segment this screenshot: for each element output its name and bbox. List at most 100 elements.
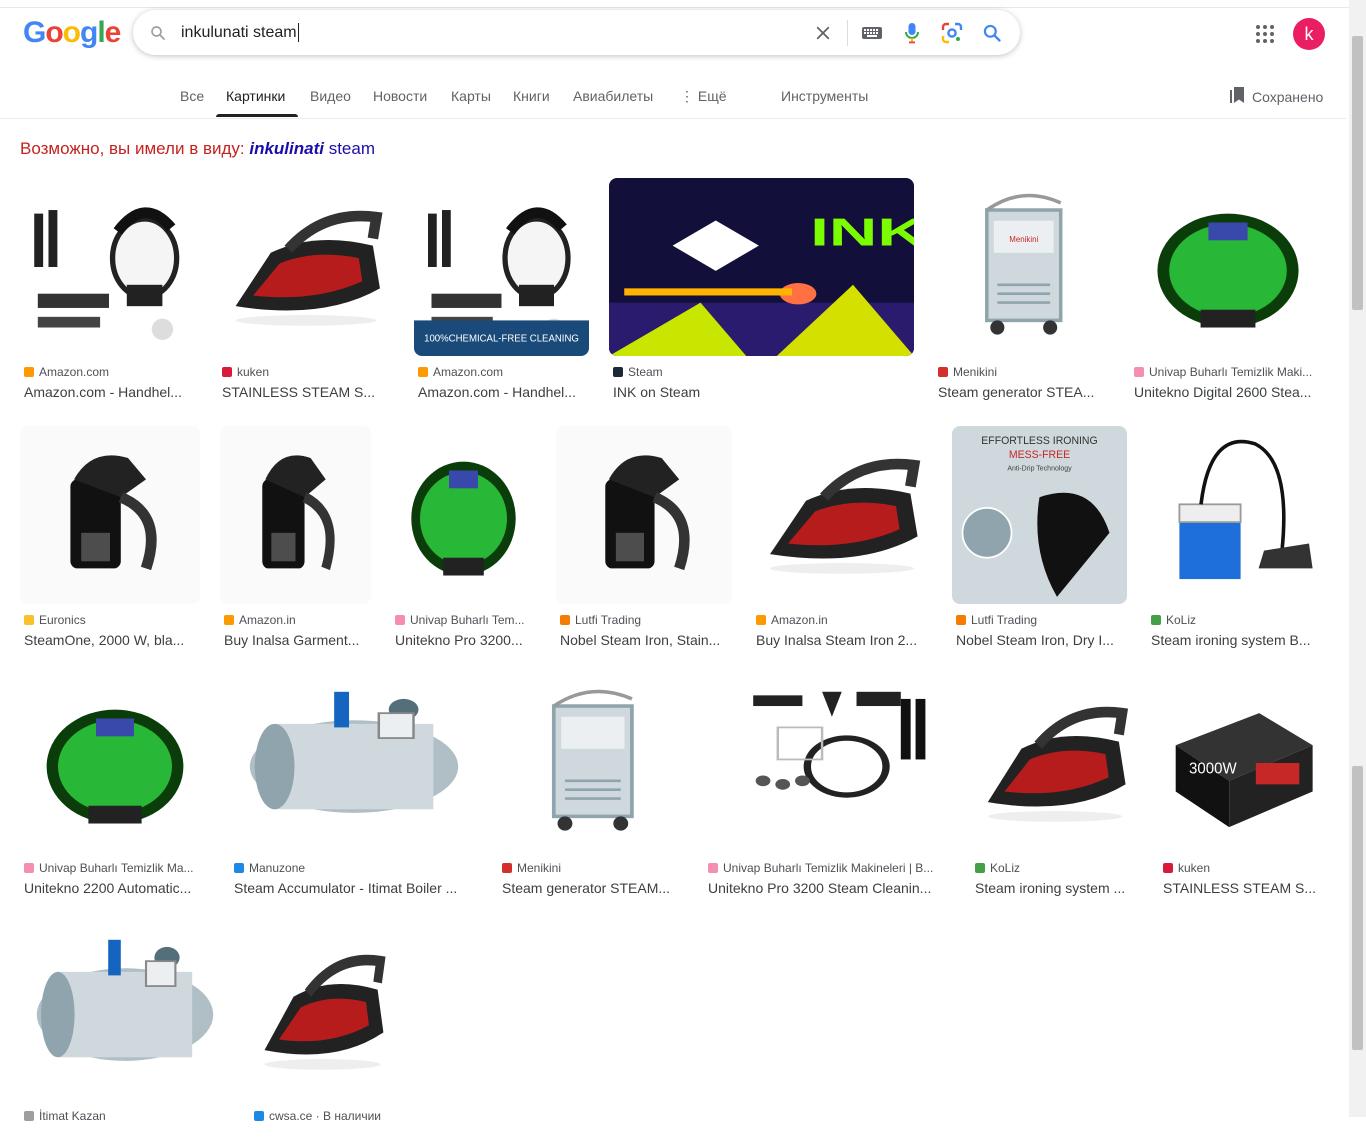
result-source[interactable]: cwsa.ce · В наличии (254, 1109, 391, 1123)
tab-more[interactable]: ⋮ Ещё (680, 88, 727, 105)
result-title[interactable]: Unitekno Digital 2600 Stea... (1134, 384, 1322, 400)
result-source[interactable]: Steam (613, 365, 910, 379)
tab-images[interactable]: Картинки (226, 88, 285, 104)
google-logo[interactable]: Google (23, 16, 121, 50)
image-result-card[interactable]: Univap Buharlı Tem... Unitekno Pro 3200..… (391, 426, 536, 652)
result-thumbnail[interactable] (230, 674, 478, 852)
image-result-card[interactable]: Menikini Menikini Steam generator STEA... (934, 178, 1110, 404)
image-result-card[interactable]: Euronics SteamOne, 2000 W, bla... (20, 426, 200, 652)
result-source[interactable]: Univap Buharlı Temizlik Ma... (24, 861, 206, 875)
result-source[interactable]: kuken (222, 365, 390, 379)
tab-books[interactable]: Книги (513, 88, 550, 104)
result-source[interactable]: KoLiz (1151, 613, 1323, 627)
result-source[interactable]: Lutfi Trading (956, 613, 1123, 627)
image-result-card[interactable]: KoLiz Steam ironing system B... (1147, 426, 1327, 652)
image-result-card[interactable]: kuken STAINLESS STEAM S... (218, 178, 394, 404)
result-title[interactable]: Unitekno Pro 3200... (395, 632, 532, 648)
account-avatar[interactable]: k (1293, 18, 1325, 50)
result-source[interactable]: Manuzone (234, 861, 474, 875)
lens-camera-icon[interactable] (939, 20, 965, 46)
result-title[interactable]: Unitekno 2200 Automatic... (24, 880, 206, 896)
result-source[interactable]: Amazon.in (224, 613, 367, 627)
image-result-card[interactable]: 100%CHEMICAL-FREE CLEANING Amazon.com Amaz… (414, 178, 589, 404)
image-result-card[interactable]: Univap Buharlı Temizlik Maki... Unitekno … (1130, 178, 1326, 404)
result-title[interactable]: Buy Inalsa Steam Iron 2... (756, 632, 928, 648)
search-box[interactable]: inkulunati steam (133, 10, 1020, 55)
tab-flights[interactable]: Авиабилеты (573, 88, 653, 104)
result-thumbnail[interactable] (752, 426, 932, 604)
result-title[interactable]: Amazon.com - Handhel... (418, 384, 585, 400)
result-thumbnail[interactable]: 3000W (1159, 674, 1326, 852)
result-source[interactable]: Lutfi Trading (560, 613, 728, 627)
result-source[interactable]: Univap Buharlı Temizlik Maki... (1134, 365, 1322, 379)
result-title[interactable]: SteamOne, 2000 W, bla... (24, 632, 196, 648)
result-thumbnail[interactable] (391, 426, 536, 604)
result-title[interactable]: Unitekno Pro 3200 Steam Cleanin... (708, 880, 946, 896)
result-title[interactable]: STAINLESS STEAM S... (1163, 880, 1322, 896)
image-result-card[interactable]: İtimat Kazan (20, 922, 230, 1148)
scrollbar-thumb[interactable] (1352, 36, 1363, 310)
result-thumbnail[interactable] (498, 674, 684, 852)
google-apps-icon[interactable] (1254, 23, 1276, 45)
result-thumbnail[interactable] (20, 922, 230, 1100)
result-source[interactable]: Menikini (938, 365, 1106, 379)
result-thumbnail[interactable] (1147, 426, 1327, 604)
result-thumbnail[interactable] (20, 426, 200, 604)
tab-maps[interactable]: Карты (451, 88, 491, 104)
result-thumbnail[interactable] (704, 674, 950, 852)
result-source[interactable]: Menikini (502, 861, 680, 875)
image-result-card[interactable]: cwsa.ce · В наличии (250, 922, 395, 1148)
result-source[interactable]: kuken (1163, 861, 1322, 875)
result-title[interactable]: STAINLESS STEAM S... (222, 384, 390, 400)
result-thumbnail[interactable] (220, 426, 371, 604)
image-result-card[interactable]: Amazon.com Amazon.com - Handhel... (20, 178, 198, 404)
image-result-card[interactable]: 3000W kuken STAINLESS STEAM S... (1159, 674, 1326, 900)
result-thumbnail[interactable]: Menikini (934, 178, 1110, 356)
result-source[interactable]: Univap Buharlı Temizlik Makineleri | B..… (708, 861, 946, 875)
saved-button[interactable]: Сохранено (1230, 86, 1323, 107)
tab-news[interactable]: Новости (373, 88, 427, 104)
result-thumbnail[interactable] (20, 674, 210, 852)
result-title[interactable]: Steam ironing system ... (975, 880, 1135, 896)
image-result-card[interactable]: KoLiz Steam ironing system ... (971, 674, 1139, 900)
result-title[interactable]: Steam ironing system B... (1151, 632, 1323, 648)
keyboard-icon[interactable] (859, 20, 885, 46)
result-title[interactable]: Nobel Steam Iron, Stain... (560, 632, 728, 648)
result-source[interactable]: Amazon.com (418, 365, 585, 379)
result-source[interactable]: Amazon.in (756, 613, 928, 627)
tab-tools[interactable]: Инструменты (781, 88, 868, 104)
image-result-card[interactable]: Univap Buharlı Temizlik Ma... Unitekno 22… (20, 674, 210, 900)
result-thumbnail[interactable] (1130, 178, 1326, 356)
clear-icon[interactable] (810, 20, 836, 46)
result-thumbnail[interactable] (556, 426, 732, 604)
search-submit-icon[interactable] (979, 20, 1005, 46)
result-title[interactable]: Buy Inalsa Garment... (224, 632, 367, 648)
result-thumbnail[interactable] (250, 922, 395, 1100)
image-result-card[interactable]: Lutfi Trading Nobel Steam Iron, Stain... (556, 426, 732, 652)
image-result-card[interactable]: Manuzone Steam Accumulator - Itimat Boile… (230, 674, 478, 900)
image-result-card[interactable]: Amazon.in Buy Inalsa Steam Iron 2... (752, 426, 932, 652)
result-source[interactable]: KoLiz (975, 861, 1135, 875)
microphone-icon[interactable] (899, 20, 925, 46)
image-result-card[interactable]: Menikini Steam generator STEAM... (498, 674, 684, 900)
result-thumbnail[interactable]: INK (609, 178, 914, 356)
image-result-card[interactable]: Univap Buharlı Temizlik Makineleri | B..… (704, 674, 950, 900)
result-source[interactable]: Univap Buharlı Tem... (395, 613, 532, 627)
result-thumbnail[interactable] (20, 178, 198, 356)
result-source[interactable]: İtimat Kazan (24, 1109, 226, 1123)
result-thumbnail[interactable] (971, 674, 1139, 852)
image-result-card[interactable]: INK Steam INK on Steam (609, 178, 914, 404)
result-thumbnail[interactable]: EFFORTLESS IRONING MESS-FREE Anti-Drip Tec… (952, 426, 1127, 604)
result-title[interactable]: Steam generator STEAM... (502, 880, 680, 896)
result-title[interactable]: Steam generator STEA... (938, 384, 1106, 400)
search-input[interactable]: inkulunati steam (181, 23, 299, 42)
result-thumbnail[interactable] (218, 178, 394, 356)
result-source[interactable]: Euronics (24, 613, 196, 627)
result-title[interactable]: Steam Accumulator - Itimat Boiler ... (234, 880, 474, 896)
result-source[interactable]: Amazon.com (24, 365, 194, 379)
scrollbar-thumb-lower[interactable] (1352, 766, 1363, 1050)
tab-video[interactable]: Видео (310, 88, 351, 104)
result-title[interactable]: Nobel Steam Iron, Dry I... (956, 632, 1123, 648)
result-title[interactable]: Amazon.com - Handhel... (24, 384, 194, 400)
image-result-card[interactable]: EFFORTLESS IRONING MESS-FREE Anti-Drip Tec… (952, 426, 1127, 652)
